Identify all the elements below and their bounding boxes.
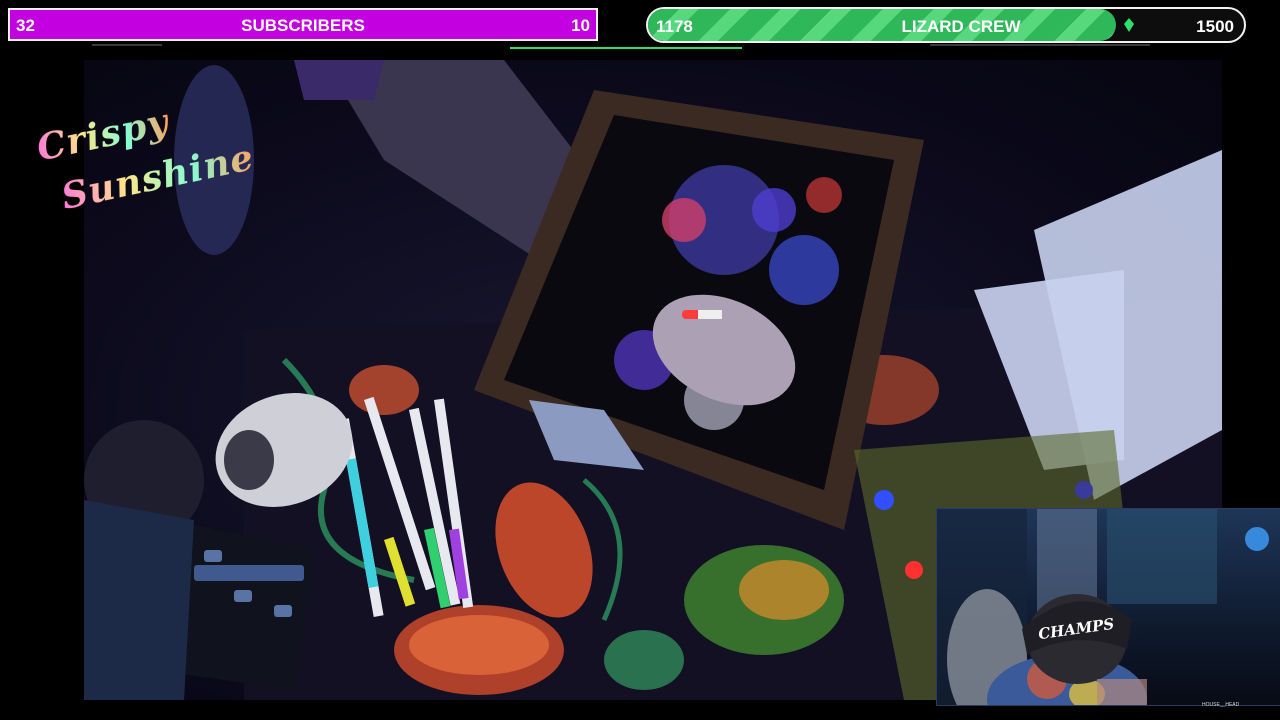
lizard-crew-goal-bar: 1178 LIZARD CREW 1500 [646, 7, 1246, 43]
facecam-view [936, 508, 1280, 706]
facecam-scene [937, 509, 1269, 705]
crew-goal-label: LIZARD CREW [901, 17, 1021, 36]
accent-line [92, 44, 162, 46]
channel-logo: Crispy Sunshine [33, 100, 258, 230]
accent-line [930, 44, 1150, 46]
streamer-handle: HOUSE__HEAD [1202, 702, 1240, 708]
subscriber-goal-label: SUBSCRIBERS [241, 16, 365, 35]
subscriber-goal-bar: 32 SUBSCRIBERS 10 [8, 8, 598, 41]
subscriber-target: 10 [571, 16, 590, 35]
crew-target: 1500 [1196, 17, 1234, 36]
crew-current: 1178 [656, 17, 693, 36]
gem-icon [1124, 18, 1134, 32]
accent-line [510, 47, 742, 49]
